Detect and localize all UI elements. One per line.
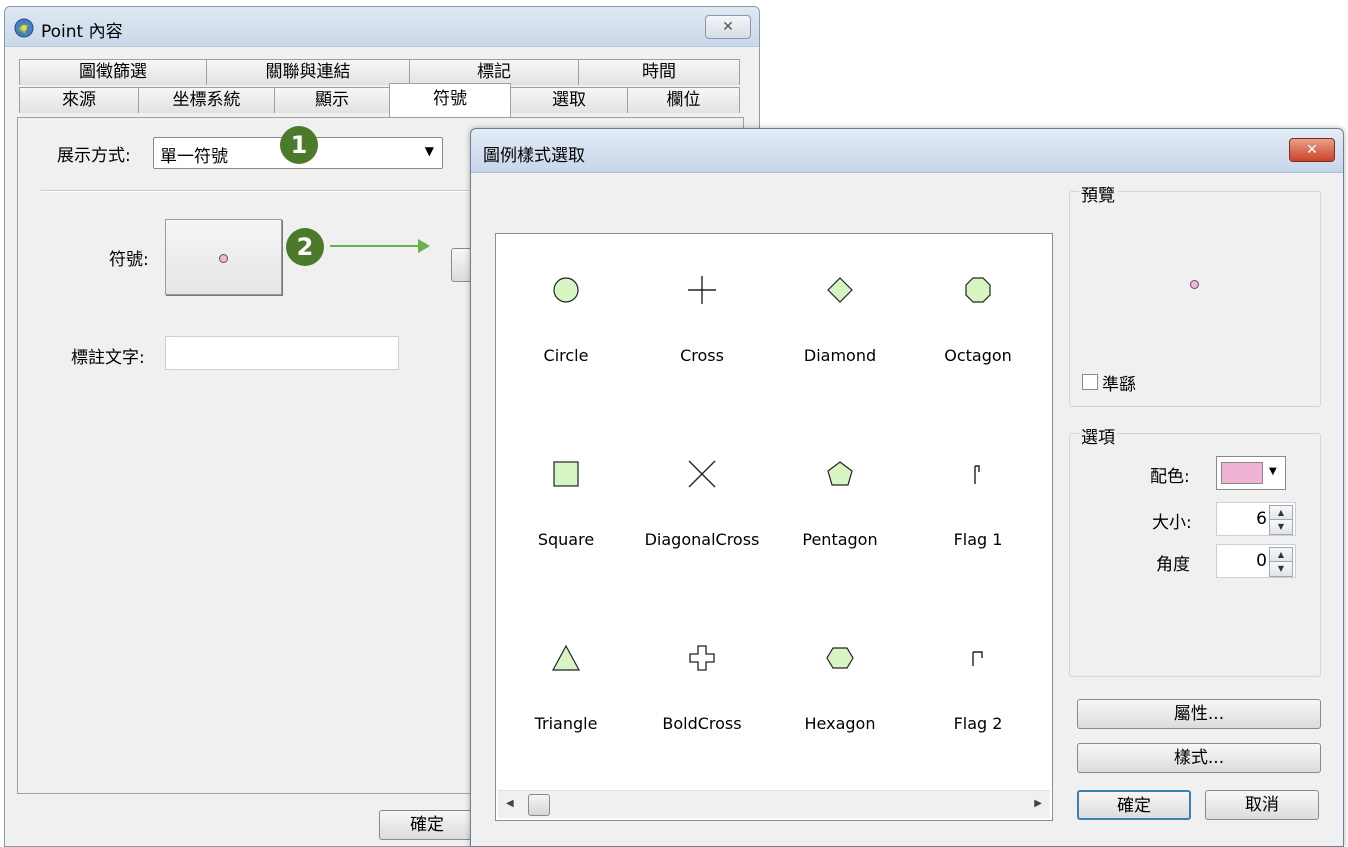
octagon-icon xyxy=(965,277,991,303)
symbol-name: Diamond xyxy=(803,346,877,365)
angle-value: 0 xyxy=(1256,551,1267,571)
color-label: 配色: xyxy=(1150,467,1190,487)
symbol-label: 符號: xyxy=(109,250,149,270)
ok-button[interactable]: 確定 xyxy=(379,810,475,840)
chevron-down-icon: ▼ xyxy=(424,144,434,158)
dialog-cancel-button[interactable]: 取消 xyxy=(1205,790,1319,820)
dialog-close-button[interactable]: ✕ xyxy=(1289,138,1335,162)
size-spinner[interactable]: 6 ▲ ▼ xyxy=(1216,502,1296,536)
pentagon-icon xyxy=(827,461,853,486)
point-symbol-icon xyxy=(219,254,228,263)
label-text-label: 標註文字: xyxy=(71,348,145,368)
display-mode-value: 單一符號 xyxy=(160,147,228,167)
symbol-preview-button[interactable] xyxy=(165,219,282,295)
symbol-name: Pentagon xyxy=(802,530,878,549)
app-icon xyxy=(14,18,34,38)
window-titlebar: Point 內容 ✕ xyxy=(5,7,759,47)
tab-display[interactable]: 顯示 xyxy=(274,87,390,113)
symbol-item-diamond[interactable]: Diamond xyxy=(772,254,908,438)
angle-spinner[interactable]: 0 ▲ ▼ xyxy=(1216,544,1296,578)
preview-group-title: 預覽 xyxy=(1079,181,1117,206)
legend-style-dialog: 圖例樣式選取 ✕ Circle Cross Diamond Octagon Sq… xyxy=(470,128,1344,847)
symbol-item-bold-cross[interactable]: BoldCross xyxy=(634,622,770,806)
tab-symbol[interactable]: 符號 xyxy=(389,83,511,117)
diamond-icon xyxy=(827,277,853,303)
options-group: 配色: ▼ 大小: 6 ▲ ▼ 角度 0 ▲ ▼ xyxy=(1069,433,1321,677)
symbol-name: Triangle xyxy=(534,714,598,733)
tab-relations-links[interactable]: 關聯與連結 xyxy=(206,59,410,85)
arrow-head-icon xyxy=(418,239,430,253)
horizontal-scrollbar[interactable]: ◀ ▶ xyxy=(498,790,1050,818)
color-swatch xyxy=(1221,462,1263,484)
symbol-name: Cross xyxy=(680,346,724,365)
square-icon xyxy=(553,461,579,487)
symbol-item-flag1[interactable]: Flag 1 xyxy=(910,438,1046,622)
symbol-item-flag2[interactable]: Flag 2 xyxy=(910,622,1046,806)
symbol-name: BoldCross xyxy=(662,714,742,733)
dialog-title: 圖例樣式選取 xyxy=(483,146,585,166)
tab-coordinate-system[interactable]: 坐標系統 xyxy=(138,87,275,113)
symbol-name: Square xyxy=(537,530,595,549)
preview-group: 準繇 xyxy=(1069,191,1321,407)
angle-label: 角度 xyxy=(1156,555,1190,575)
close-button[interactable]: ✕ xyxy=(705,15,751,39)
tab-fields[interactable]: 欄位 xyxy=(627,87,740,113)
diagonal-cross-icon xyxy=(688,460,716,488)
bold-cross-icon xyxy=(689,645,715,671)
tab-selection[interactable]: 選取 xyxy=(510,87,628,113)
size-value: 6 xyxy=(1256,509,1267,529)
symbol-name: Flag 1 xyxy=(953,530,1003,549)
symbol-name: Circle xyxy=(543,346,589,365)
antialias-label: 準繇 xyxy=(1102,375,1136,395)
dialog-ok-button[interactable]: 確定 xyxy=(1077,790,1191,820)
tab-time[interactable]: 時間 xyxy=(578,59,740,85)
dialog-titlebar: 圖例樣式選取 ✕ xyxy=(471,129,1343,173)
scroll-left-icon[interactable]: ◀ xyxy=(506,798,514,809)
separator xyxy=(41,190,491,192)
symbol-gallery: Circle Cross Diamond Octagon Square Diag… xyxy=(495,233,1053,821)
chevron-down-icon: ▼ xyxy=(1269,466,1277,477)
properties-button[interactable]: 屬性... xyxy=(1077,699,1321,729)
tab-source[interactable]: 來源 xyxy=(19,87,139,113)
step-badge-2: 2 xyxy=(286,228,324,266)
flag-1-icon xyxy=(974,465,980,484)
circle-icon xyxy=(553,277,579,303)
symbol-item-hexagon[interactable]: Hexagon xyxy=(772,622,908,806)
tab-marks[interactable]: 標記 xyxy=(409,59,579,85)
size-label: 大小: xyxy=(1152,513,1192,533)
symbol-item-octagon[interactable]: Octagon xyxy=(910,254,1046,438)
spin-down-icon[interactable]: ▼ xyxy=(1269,519,1293,535)
symbol-name: Flag 2 xyxy=(953,714,1003,733)
symbol-item-triangle[interactable]: Triangle xyxy=(498,622,634,806)
spin-down-icon[interactable]: ▼ xyxy=(1269,561,1293,577)
symbol-item-cross[interactable]: Cross xyxy=(634,254,770,438)
label-text-input[interactable] xyxy=(165,336,399,370)
flag-2-icon xyxy=(972,651,983,666)
symbol-name: Hexagon xyxy=(804,714,876,733)
style-button[interactable]: 樣式... xyxy=(1077,743,1321,773)
step-badge-1: 1 xyxy=(280,126,318,164)
preview-symbol-icon xyxy=(1190,280,1199,289)
symbol-item-square[interactable]: Square xyxy=(498,438,634,622)
arrow-line xyxy=(330,245,420,247)
symbol-name: DiagonalCross xyxy=(644,530,760,549)
symbol-item-diagonal-cross[interactable]: DiagonalCross xyxy=(634,438,770,622)
scroll-right-icon[interactable]: ▶ xyxy=(1034,798,1042,809)
cross-icon xyxy=(688,276,716,304)
display-mode-label: 展示方式: xyxy=(57,146,131,166)
scrollbar-thumb[interactable] xyxy=(528,794,550,816)
symbol-name: Octagon xyxy=(944,346,1012,365)
symbol-item-pentagon[interactable]: Pentagon xyxy=(772,438,908,622)
antialias-checkbox[interactable] xyxy=(1082,374,1098,390)
color-picker[interactable]: ▼ xyxy=(1216,456,1286,490)
symbol-item-circle[interactable]: Circle xyxy=(498,254,634,438)
triangle-icon xyxy=(551,644,581,671)
options-group-title: 選項 xyxy=(1079,423,1117,448)
tab-feature-filter[interactable]: 圖徵篩選 xyxy=(19,59,207,85)
hexagon-icon xyxy=(826,647,854,669)
window-title: Point 內容 xyxy=(41,22,123,42)
